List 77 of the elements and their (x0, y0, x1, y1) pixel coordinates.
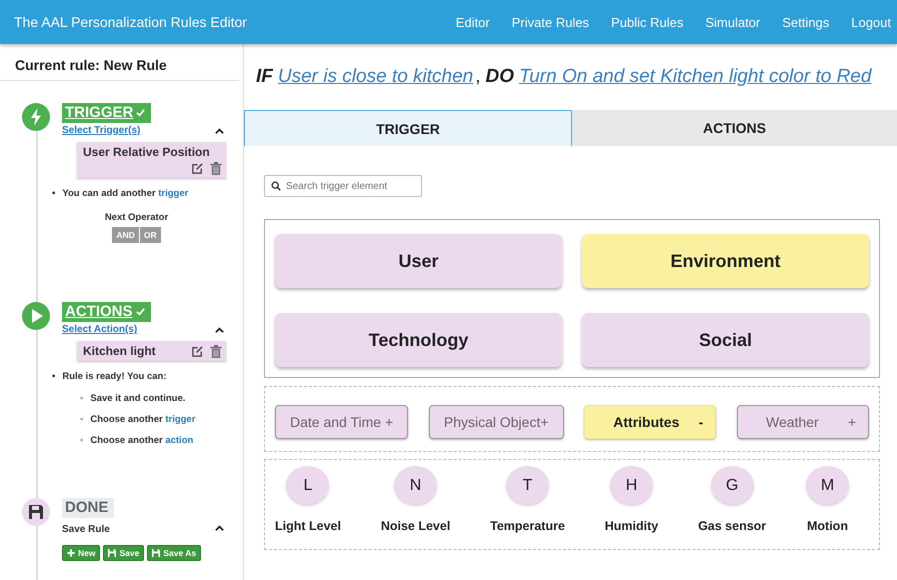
lightning-icon (22, 103, 50, 131)
step-subtitle: Save Rule (62, 524, 110, 535)
step-title: TRIGGER (65, 104, 134, 121)
nav-link[interactable]: Settings (782, 14, 830, 30)
note-text: You can add another trigger (62, 188, 188, 200)
subcategory-button[interactable]: Attributes - (584, 405, 716, 439)
nav-link[interactable]: Private Rules (512, 14, 590, 30)
new-button[interactable]: New (62, 545, 100, 561)
category-button[interactable]: Environment (582, 234, 869, 288)
edit-icon[interactable] (191, 162, 204, 175)
element-button[interactable]: T (506, 466, 550, 505)
trash-icon[interactable] (210, 344, 222, 358)
nav-link[interactable]: Simulator (705, 14, 760, 30)
element-button[interactable]: M (806, 466, 849, 505)
tab[interactable]: ACTIONS (572, 110, 897, 146)
play-icon (22, 302, 50, 330)
trash-icon[interactable] (210, 162, 222, 175)
element-button[interactable]: H (610, 466, 653, 505)
operator-label: Next Operator (104, 212, 168, 223)
save-button[interactable]: Save As (147, 545, 202, 561)
search-icon (271, 181, 281, 191)
step-title: DONE (65, 499, 108, 516)
condition-link[interactable]: User is close to kitchen (278, 66, 474, 88)
nav-link[interactable]: Logout (851, 14, 891, 30)
caret-up-icon[interactable] (215, 128, 224, 134)
tab[interactable]: TRIGGER (244, 110, 572, 146)
subcategory-button[interactable]: Date and Time + (275, 405, 408, 439)
category-button[interactable]: User (275, 234, 562, 288)
check-icon (136, 108, 146, 117)
bullet: • (52, 188, 56, 200)
link[interactable]: trigger (158, 188, 188, 199)
current-rule-heading: Current rule: New Rule (0, 44, 239, 81)
operator-button[interactable]: OR (140, 227, 161, 243)
separator: , (475, 66, 481, 88)
plus-icon (67, 549, 75, 557)
category-button[interactable]: Social (582, 313, 869, 367)
item-label: Kitchen light (83, 344, 156, 358)
option-text: Choose another action (90, 435, 194, 447)
app-title: The AAL Personalization Rules Editor (14, 14, 247, 30)
caret-up-icon[interactable] (215, 326, 224, 332)
element-label: Light Level (275, 519, 341, 533)
bullet: ◦ (80, 435, 84, 447)
select-link[interactable]: Select Trigger(s) (62, 125, 140, 136)
element-label: Noise Level (380, 519, 450, 533)
step-title: ACTIONS (65, 303, 132, 320)
select-link[interactable]: Select Action(s) (62, 324, 138, 335)
edit-icon[interactable] (191, 344, 204, 358)
bullet: ◦ (80, 393, 84, 405)
search-field[interactable]: Search trigger element (264, 175, 422, 197)
operator-button[interactable]: AND (112, 227, 139, 243)
bullet: • (52, 371, 56, 383)
link[interactable]: trigger (165, 414, 196, 425)
subcategory-button[interactable]: Weather + (737, 405, 869, 439)
action-link[interactable]: Turn On and set Kitchen light color to Red (519, 66, 872, 88)
note-text: Rule is ready! You can: (62, 371, 167, 383)
do-keyword: DO (486, 66, 514, 88)
bullet: ◦ (80, 414, 84, 426)
check-icon (136, 307, 144, 316)
subcategory-button[interactable]: Physical Object+ (428, 405, 564, 439)
element-label: Humidity (604, 519, 658, 533)
option-text: Choose another trigger (90, 414, 196, 426)
floppy-disk-icon (22, 498, 50, 526)
nav-link[interactable]: Editor (456, 14, 490, 30)
save-button[interactable]: Save (103, 545, 144, 561)
element-button[interactable]: N (394, 466, 438, 505)
category-button[interactable]: Technology (275, 313, 562, 367)
nav-link[interactable]: Public Rules (611, 14, 684, 30)
element-label: Gas sensor (698, 519, 766, 533)
link[interactable]: action (165, 435, 194, 446)
element-button[interactable]: L (286, 466, 330, 505)
if-keyword: IF (256, 66, 273, 88)
caret-up-icon[interactable] (215, 524, 224, 530)
item-label: User Relative Position (83, 145, 211, 159)
element-button[interactable]: G (710, 466, 754, 505)
element-label: Temperature (490, 519, 565, 533)
option-text: Save it and continue. (90, 393, 186, 405)
element-label: Motion (807, 519, 848, 533)
